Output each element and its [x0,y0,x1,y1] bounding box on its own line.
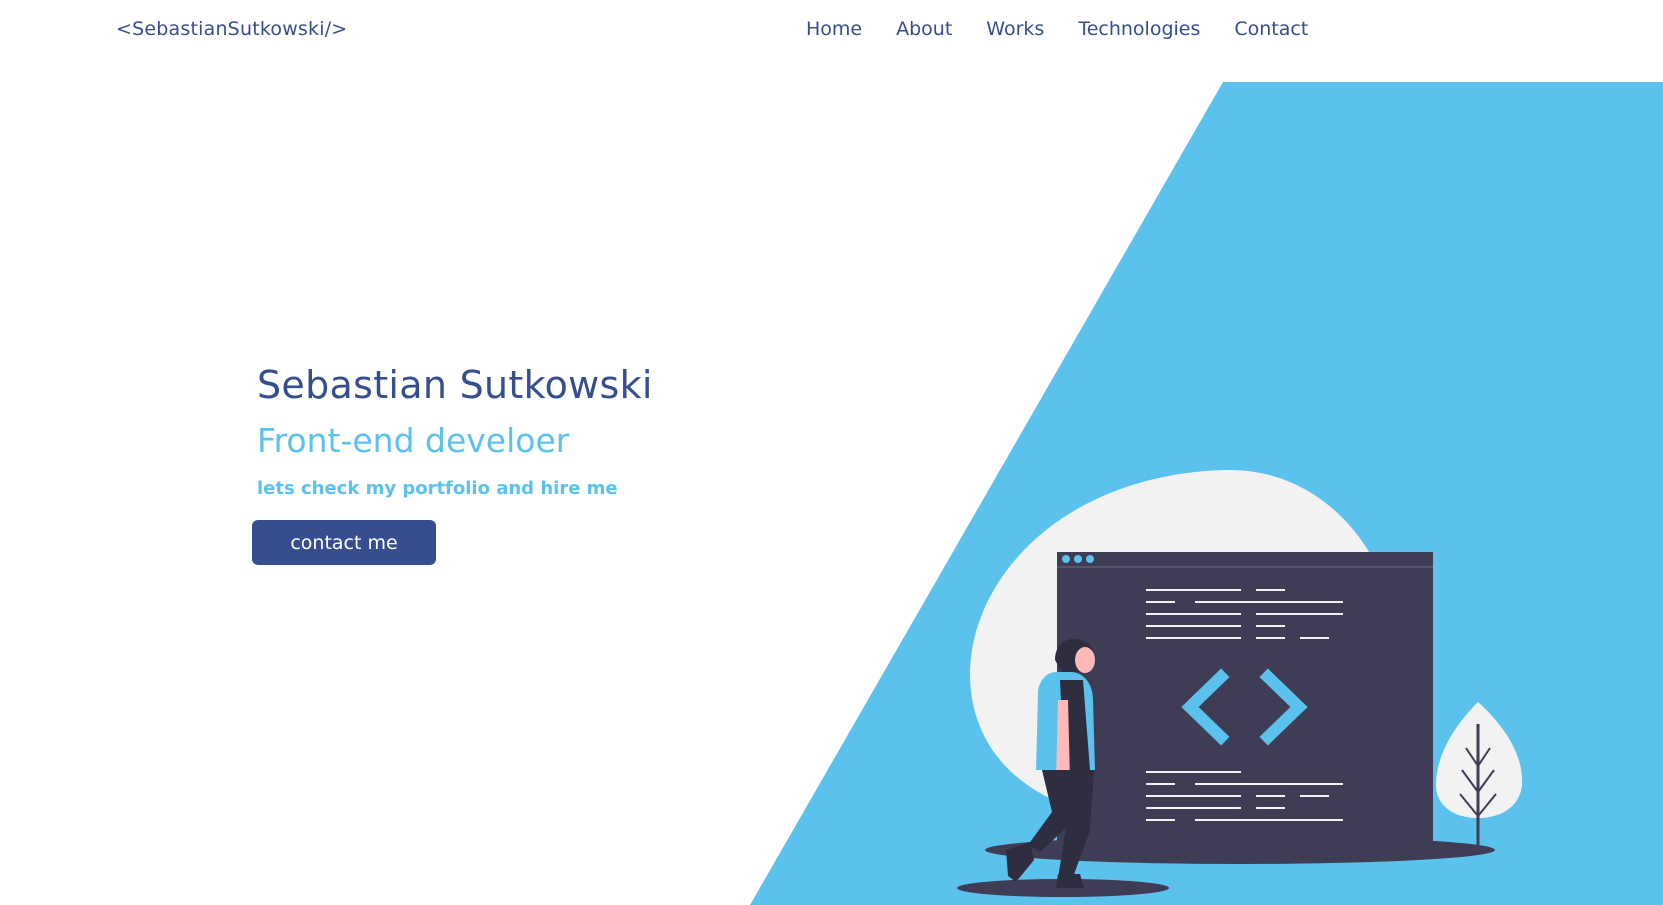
top-navigation: <SebastianSutkowski/> Home About Works T… [0,0,1663,60]
nav-link-technologies[interactable]: Technologies [1078,18,1200,40]
window-dot-icon [1074,555,1082,563]
site-logo[interactable]: <SebastianSutkowski/> [116,18,347,40]
landing-page: <SebastianSutkowski/> Home About Works T… [0,0,1663,905]
nav-link-works[interactable]: Works [986,18,1044,40]
hero-name-heading: Sebastian Sutkowski [257,363,653,407]
nav-link-home[interactable]: Home [806,18,862,40]
window-dot-icon [1062,555,1070,563]
hero-tagline: lets check my portfolio and hire me [257,478,618,499]
hero-role-subheading: Front-end develoer [257,421,570,460]
nav-link-about[interactable]: About [896,18,952,40]
hero-intro: Sebastian Sutkowski Front-end develoer l… [257,363,653,499]
contact-me-button[interactable]: contact me [252,520,436,565]
main-menu: Home About Works Technologies Contact [806,18,1342,40]
nav-link-contact[interactable]: Contact [1234,18,1308,40]
code-window [1057,552,1433,847]
hero-background [750,82,1663,905]
window-dot-icon [1086,555,1094,563]
